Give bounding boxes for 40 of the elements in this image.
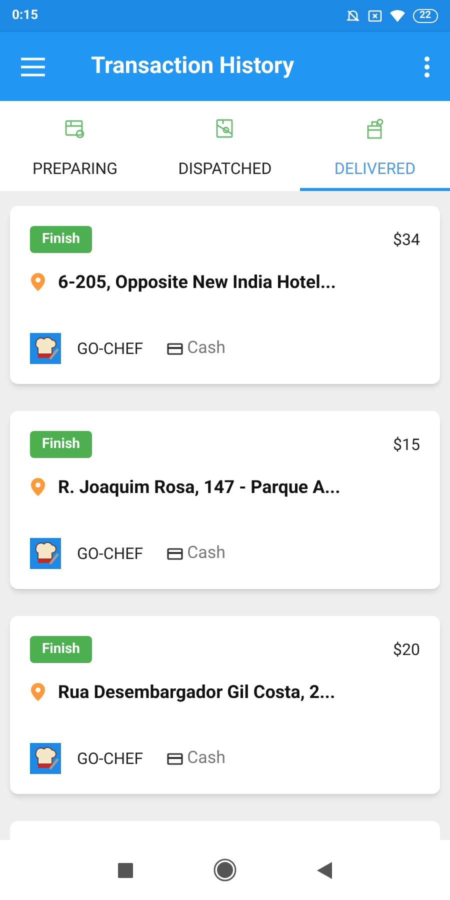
location-pin-icon	[30, 272, 46, 294]
restaurant-name: GO-CHEF	[77, 338, 144, 360]
order-price: $20	[393, 638, 420, 660]
chef-hat-icon	[30, 743, 61, 774]
more-options-icon[interactable]	[424, 56, 430, 78]
payment-method: Cash	[187, 336, 226, 360]
delivery-address: R. Joaquim Rosa, 147 - Parque A...	[58, 476, 340, 500]
delivery-address: Rua Desembargador Gil Costa, 2...	[58, 681, 336, 705]
location-pin-icon	[30, 682, 46, 704]
wifi-icon	[390, 10, 405, 22]
restaurant-name: GO-CHEF	[77, 542, 144, 564]
order-card[interactable]: Finish $34 6-205, Opposite New India Hotel... GO-CHEF Cash	[10, 206, 440, 384]
status-badge: Finish	[30, 636, 92, 663]
status-time: 0:15	[12, 7, 38, 26]
mute-icon	[346, 9, 360, 23]
battery-level: 22	[412, 9, 438, 23]
status-badge: Finish	[30, 431, 92, 458]
delivery-address: 6-205, Opposite New India Hotel...	[58, 271, 336, 295]
restaurant-name: GO-CHEF	[77, 748, 144, 770]
tab[interactable]: PREPARING	[0, 101, 150, 191]
card-icon	[167, 752, 184, 764]
order-price: $34	[393, 228, 420, 250]
order-card[interactable]: Finish $15 R. Joaquim Rosa, 147 - Parque A... GO-CHEF Cash	[10, 411, 440, 589]
recent-apps-icon[interactable]	[118, 862, 133, 878]
payment-method: Cash	[187, 542, 226, 565]
card-icon	[167, 342, 184, 354]
sim-icon	[368, 10, 382, 22]
menu-icon[interactable]	[20, 56, 46, 76]
payment-method: Cash	[187, 746, 226, 770]
tab[interactable]: DISPATCHED	[150, 101, 300, 191]
chef-hat-icon	[30, 333, 61, 364]
order-card[interactable]: Finish $20 Rua Desembargador Gil Costa, 2... GO-CHEF Cash	[10, 616, 440, 794]
status-badge: Finish	[30, 226, 92, 253]
back-icon[interactable]	[317, 862, 332, 878]
home-icon[interactable]	[213, 858, 237, 882]
chef-hat-icon	[30, 538, 61, 569]
screen-title: Transaction History	[91, 51, 294, 82]
order-price: $15	[393, 434, 420, 456]
card-icon	[167, 548, 184, 560]
location-pin-icon	[30, 476, 46, 498]
